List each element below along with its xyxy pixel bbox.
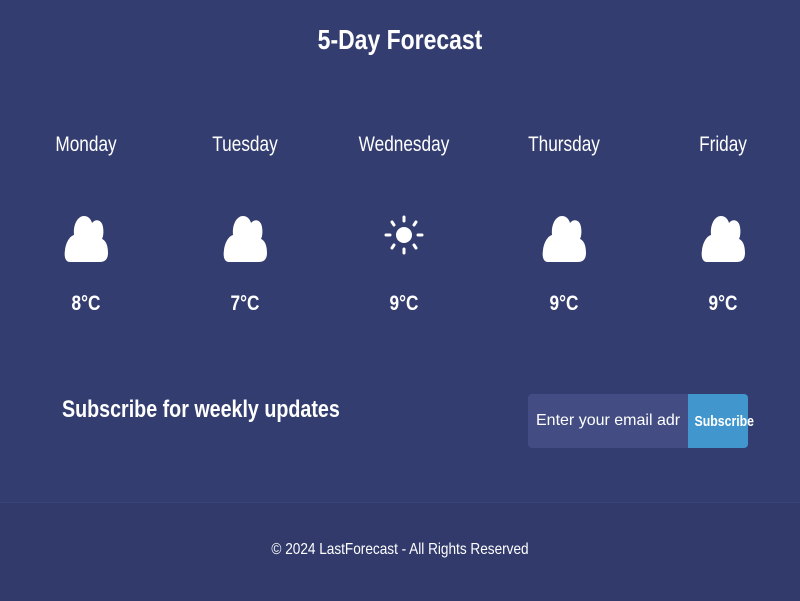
day-name: Friday	[699, 133, 747, 156]
cloud-icon	[701, 198, 745, 264]
subscribe-heading: Subscribe for weekly updates	[62, 396, 340, 423]
forecast-day-monday: Monday 8°C	[16, 130, 156, 315]
cloud-icon	[542, 198, 586, 264]
subscribe-button[interactable]: Subscribe	[688, 394, 754, 448]
forecast-day-wednesday: Wednesday 9°C	[334, 130, 474, 315]
cloud-icon	[64, 198, 108, 264]
day-temperature: 9°C	[549, 292, 579, 315]
sun-icon	[382, 198, 426, 264]
day-name: Monday	[55, 133, 117, 156]
forecast-day-friday: Friday 9°C	[653, 130, 793, 315]
day-name: Wednesday	[358, 133, 450, 156]
subscribe-button-label: Subscribe	[694, 412, 755, 430]
day-name: Tuesday	[212, 133, 278, 156]
day-temperature: 7°C	[230, 292, 260, 315]
day-name: Thursday	[528, 133, 600, 156]
page-title: 5-Day Forecast	[317, 24, 483, 55]
cloud-icon	[223, 198, 267, 264]
day-temperature: 9°C	[389, 292, 419, 315]
email-input[interactable]	[528, 394, 688, 448]
footer: © 2024 LastForecast - All Rights Reserve…	[0, 502, 800, 601]
forecast-day-thursday: Thursday 9°C	[494, 130, 634, 315]
copyright-text: © 2024 LastForecast - All Rights Reserve…	[271, 541, 529, 558]
day-temperature: 9°C	[708, 292, 738, 315]
day-temperature: 8°C	[71, 292, 101, 315]
subscribe-form: Subscribe	[528, 394, 754, 448]
forecast-day-tuesday: Tuesday 7°C	[175, 130, 315, 315]
